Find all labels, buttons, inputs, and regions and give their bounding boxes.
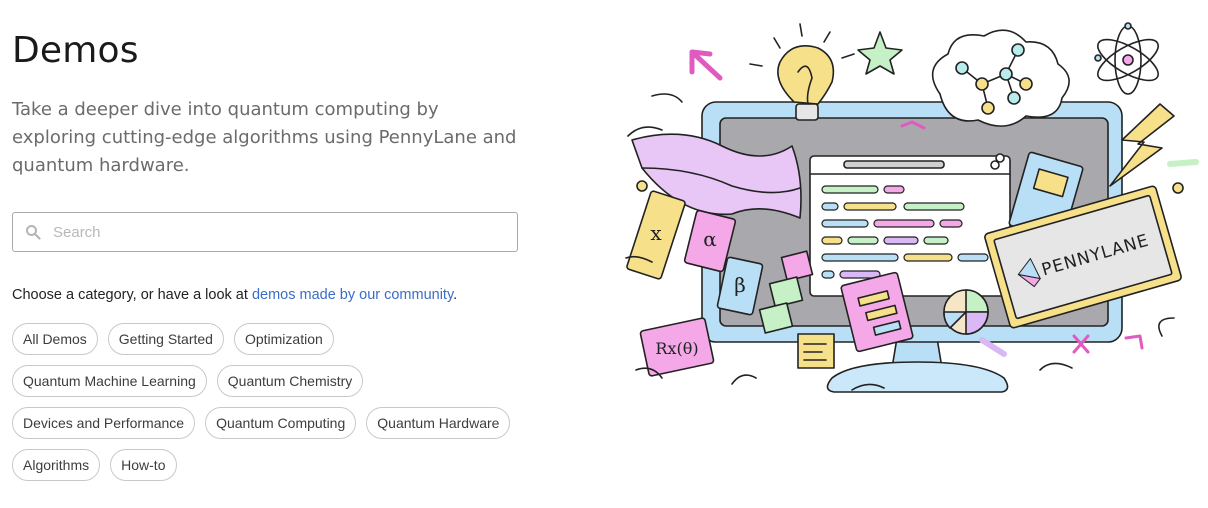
math-card-x: x [626,190,686,280]
math-label: Rx(θ) [655,339,698,358]
search-box[interactable] [12,212,518,252]
category-row: Algorithms How-to [12,449,532,481]
math-label: x [650,221,662,245]
category-chip-how-to[interactable]: How-to [110,449,177,481]
category-chip-all-demos[interactable]: All Demos [12,323,98,355]
category-chip-algorithms[interactable]: Algorithms [12,449,101,481]
page-subtitle: Take a deeper dive into quantum computin… [12,99,517,176]
category-prompt-suffix: . [453,287,458,303]
math-label: β [734,273,746,297]
category-chip-getting-started[interactable]: Getting Started [107,323,224,355]
math-card-rx: Rx(θ) [639,317,715,377]
pie-chart-icon [943,289,989,335]
category-chip-quantum-machine-learning[interactable]: Quantum Machine Learning [12,365,207,397]
category-row: All Demos Getting Started Optimization [12,323,532,355]
search-icon [26,225,41,240]
page-title: Demos [12,30,139,71]
community-demos-link[interactable]: demos made by our community [252,287,453,303]
sticky-note [797,333,835,369]
category-chip-devices-and-performance[interactable]: Devices and Performance [12,407,196,439]
category-row: Devices and Performance Quantum Computin… [12,407,532,439]
math-label: α [703,227,717,251]
category-filters: All Demos Getting Started Optimization Q… [12,323,532,491]
monitor-base [826,361,1009,393]
category-prompt-text: Choose a category, or have a look at [12,287,252,303]
arrow-icon [689,49,723,81]
atom-icon [1094,22,1159,95]
category-row: Quantum Machine Learning Quantum Chemist… [12,365,532,397]
category-chip-quantum-hardware[interactable]: Quantum Hardware [366,407,511,439]
category-chip-quantum-computing[interactable]: Quantum Computing [205,407,357,439]
category-chip-optimization[interactable]: Optimization [233,323,334,355]
hero-illustration: x α β Rx(θ) PENNYLANE [625,22,1199,393]
star-icon [857,31,903,75]
category-prompt: Choose a category, or have a look at dem… [12,287,457,303]
category-chip-quantum-chemistry[interactable]: Quantum Chemistry [216,365,364,397]
search-input[interactable] [51,216,495,248]
